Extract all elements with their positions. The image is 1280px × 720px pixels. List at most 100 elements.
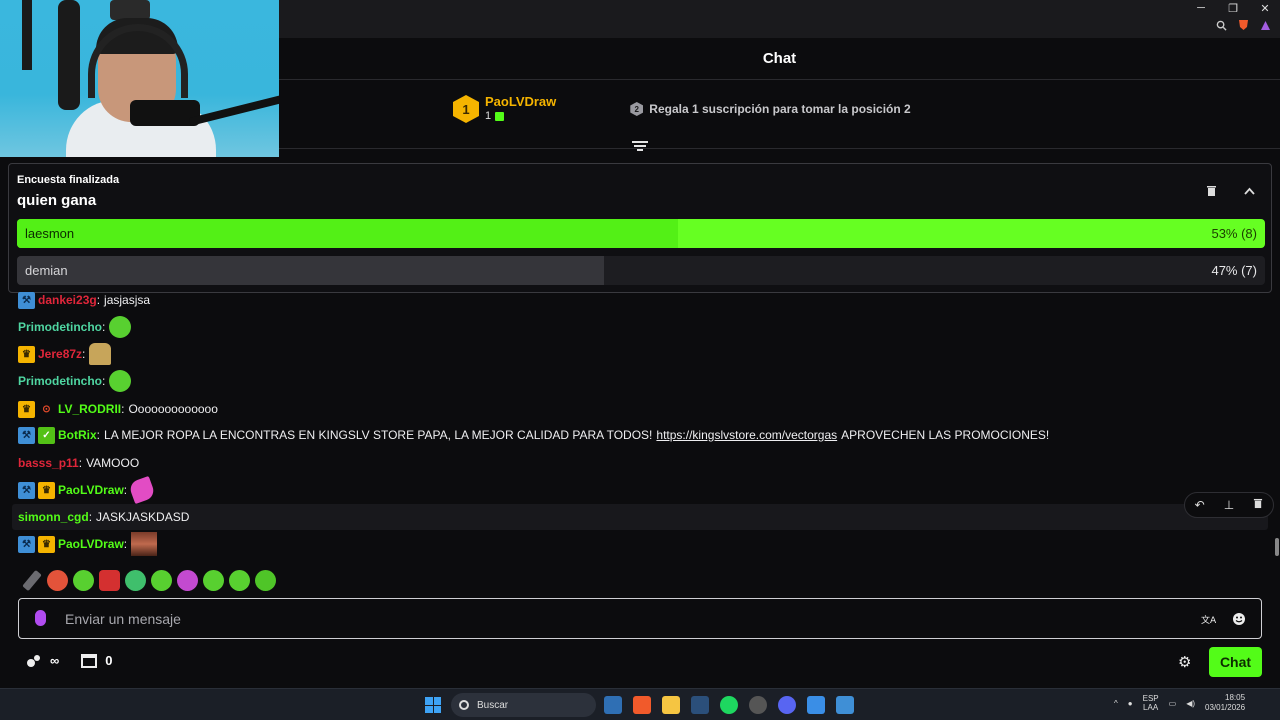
chat-message[interactable]: basss_p11: VAMOOO — [18, 452, 139, 474]
leaderboard-username[interactable]: PaoLVDraw — [485, 94, 556, 109]
poll-question: quien gana — [17, 192, 97, 209]
message-username[interactable]: PaoLVDraw — [58, 483, 124, 497]
hovered-message-highlight — [12, 504, 1268, 530]
message-input[interactable] — [65, 607, 1185, 631]
chat-message[interactable]: ♛ ⊙ LV_RODRII: Ooooooooooooo — [18, 398, 218, 420]
message-separator: : — [102, 320, 106, 334]
poll-option-2-label: demian — [25, 263, 68, 278]
clock[interactable]: 18:05 03/01/2026 — [1205, 693, 1245, 713]
chat-message[interactable]: ⚒ dankei23g: jasjasjsa — [18, 289, 150, 311]
chat-message[interactable]: Primodetincho: — [18, 316, 132, 338]
halo-emote-icon[interactable] — [73, 570, 94, 591]
quick-emote-bar — [22, 569, 276, 592]
gift-count: 1 — [485, 110, 492, 122]
translate-icon[interactable]: 文A — [1199, 610, 1217, 628]
gift-leaderboard: 1 PaoLVDraw 1 2 Regala 1 suscripción par… — [453, 94, 911, 124]
chevron-up-icon[interactable]: ^ — [1114, 699, 1118, 708]
crazy-emote-icon[interactable] — [177, 570, 198, 591]
language-indicator[interactable]: ESP LAA — [1143, 694, 1159, 712]
moderator-badge-icon: ⚒ — [18, 426, 35, 444]
rewards-icon[interactable] — [1258, 18, 1272, 32]
message-username[interactable]: LV_RODRII — [58, 402, 121, 416]
knife-emote-icon[interactable] — [22, 569, 42, 592]
network-icon[interactable]: ▭ — [1169, 699, 1177, 708]
leaderboard-gift-count: 1 — [485, 109, 556, 124]
message-separator: : — [88, 510, 93, 524]
store-count[interactable]: 0 — [81, 653, 113, 668]
chat-footer-stats: ∞ 0 — [26, 653, 113, 668]
grin-emote-icon[interactable] — [151, 570, 172, 591]
message-separator: : — [96, 428, 101, 442]
emoji-picker-icon[interactable] — [1230, 610, 1248, 628]
vip-crown-icon: ♛ — [18, 400, 35, 418]
message-text-after-link: APROVECHEN LAS PROMOCIONES! — [841, 428, 1050, 442]
steam-icon[interactable] — [691, 696, 709, 714]
taskbar-search[interactable]: Buscar — [451, 693, 596, 717]
message-username[interactable]: Primodetincho — [18, 374, 102, 388]
collapse-poll-button[interactable] — [1238, 180, 1260, 202]
message-username[interactable]: Primodetincho — [18, 320, 102, 334]
trash-icon — [1206, 186, 1216, 196]
moderator-badge-icon: ⚒ — [18, 535, 35, 553]
delete-message-icon[interactable] — [1253, 498, 1263, 512]
angry-emote-icon[interactable] — [99, 570, 120, 591]
pinned-messages-icon[interactable] — [632, 141, 648, 154]
microphone-tray-icon[interactable]: ● — [1128, 699, 1133, 708]
minimize-button[interactable]: ─ — [1194, 2, 1208, 15]
brave-shield-icon[interactable] — [1236, 18, 1250, 32]
laugh-emote-icon[interactable] — [203, 570, 224, 591]
send-chat-button[interactable]: Chat — [1209, 647, 1262, 677]
smile-emote-icon[interactable] — [229, 570, 250, 591]
hat-emote-icon[interactable] — [47, 570, 68, 591]
leaderboard-user[interactable]: PaoLVDraw 1 — [485, 94, 556, 124]
message-username[interactable]: simonn_cgd — [18, 510, 89, 524]
gear-icon[interactable]: ⚙ — [1178, 653, 1191, 671]
delete-poll-button[interactable] — [1200, 180, 1222, 202]
file-explorer-icon[interactable] — [662, 696, 680, 714]
chat-message[interactable]: ⚒ ♛ PaoLVDraw: — [18, 475, 157, 505]
store-icon — [81, 653, 98, 668]
chat-message[interactable]: simonn_cgd: JASKJASKDASD — [18, 506, 189, 528]
viewer-points[interactable]: ∞ — [26, 653, 59, 668]
start-menu-icon[interactable] — [425, 697, 441, 713]
pink-wave-emote-icon[interactable] — [128, 475, 157, 505]
chat-message[interactable]: ⚒ ♛ PaoLVDraw: — [18, 532, 158, 556]
volume-icon[interactable]: ◀) — [1186, 699, 1195, 708]
message-username[interactable]: dankei23g — [38, 293, 97, 307]
webcam-overlay — [0, 0, 279, 157]
leaderboard-hint-text: Regala 1 suscripción para tomar la posic… — [649, 102, 911, 116]
notepad-icon[interactable] — [807, 696, 825, 714]
message-username[interactable]: BotRix — [58, 428, 97, 442]
restore-button[interactable]: ❐ — [1226, 2, 1240, 15]
reply-icon[interactable]: ↶ — [1195, 498, 1205, 512]
app-icon[interactable] — [836, 696, 854, 714]
halo-emote-icon[interactable] — [109, 316, 132, 338]
system-tray: ^ ● ESP LAA ▭ ◀) 18:05 03/01/2026 — [1114, 693, 1245, 713]
desktop-app-icon[interactable] — [604, 696, 622, 714]
wink-emote-icon[interactable] — [125, 570, 146, 591]
message-username[interactable]: PaoLVDraw — [58, 537, 124, 551]
brave-browser-icon[interactable] — [633, 696, 651, 714]
smile-emote-icon[interactable] — [109, 370, 132, 392]
poll-option-1-result: 53% (8) — [1211, 226, 1257, 241]
chat-message[interactable]: ⚒ ✓ BotRix: LA MEJOR ROPA LA ENCONTRAS E… — [18, 424, 1049, 446]
clock-date: 03/01/2026 — [1205, 703, 1246, 712]
chat-message[interactable]: ♛ Jere87z: — [18, 343, 112, 365]
chat-message[interactable]: Primodetincho: — [18, 370, 132, 392]
message-link[interactable]: https://kingslvstore.com/vectorgas — [656, 428, 837, 442]
microphone-icon[interactable] — [35, 610, 46, 626]
zoom-icon[interactable] — [1214, 18, 1228, 32]
spotify-icon[interactable] — [720, 696, 738, 714]
pin-message-icon[interactable]: ⊥ — [1224, 498, 1234, 512]
praying-hands-emote-icon[interactable] — [89, 343, 112, 365]
discord-icon[interactable] — [778, 696, 796, 714]
chat-scrollbar[interactable] — [1275, 538, 1279, 556]
message-username[interactable]: Jere87z — [38, 347, 82, 361]
message-separator: : — [121, 402, 125, 416]
keyboard-layout: LAA — [1143, 703, 1159, 712]
close-button[interactable]: ✕ — [1258, 2, 1272, 15]
message-username[interactable]: basss_p11 — [18, 456, 79, 470]
wave-emote-icon[interactable] — [255, 570, 276, 591]
obs-icon[interactable] — [749, 696, 767, 714]
face-emote-icon[interactable] — [131, 532, 158, 556]
